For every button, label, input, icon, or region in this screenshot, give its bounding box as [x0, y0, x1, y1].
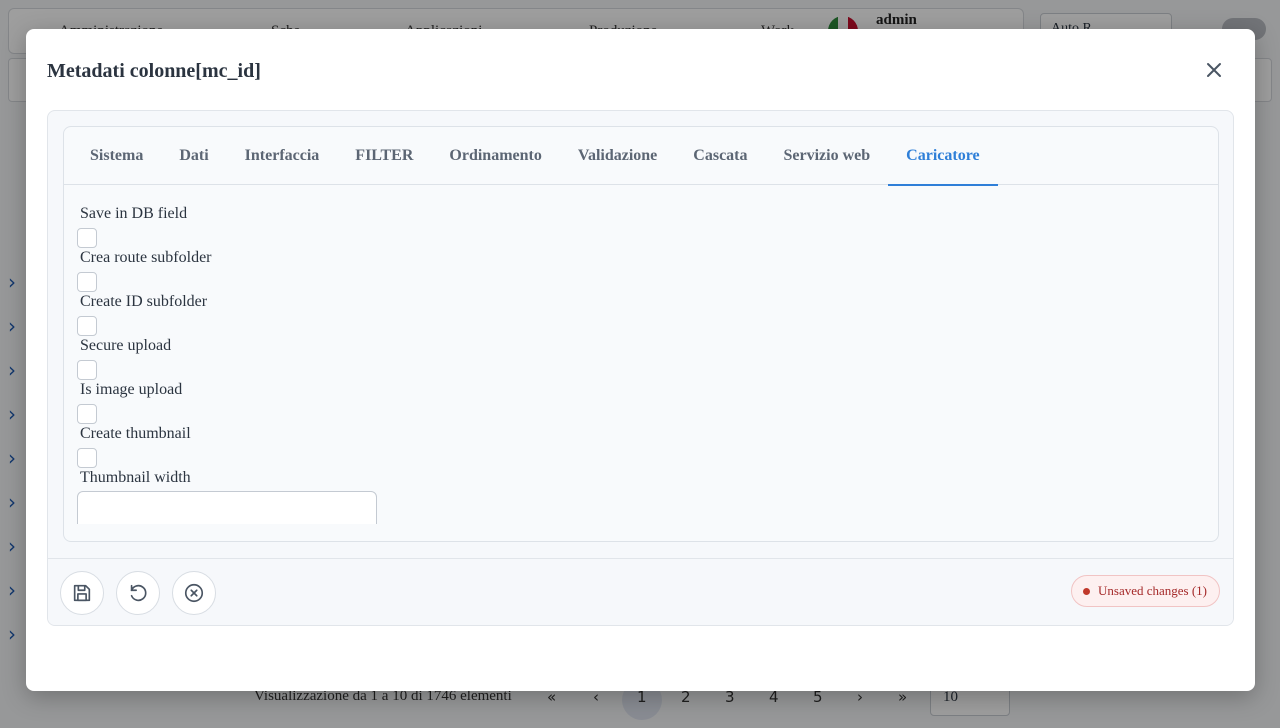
thumbnail-width-input[interactable]	[77, 491, 377, 524]
tab-panel: Sistema Dati Interfaccia FILTER Ordiname…	[63, 126, 1219, 542]
secure-upload-checkbox[interactable]	[77, 360, 97, 380]
save-button[interactable]	[60, 571, 104, 615]
image-upload-checkbox[interactable]	[77, 404, 97, 424]
column-metadata-modal: Metadati colonne[mc_id] Sistema Dati Int…	[26, 29, 1255, 691]
tab-cascata[interactable]: Cascata	[675, 127, 765, 185]
id-subfolder-label: Create ID subfolder	[80, 293, 208, 310]
cancel-button[interactable]	[172, 571, 216, 615]
close-icon	[1207, 63, 1221, 77]
create-thumbnail-label: Create thumbnail	[80, 425, 191, 442]
status-dot-icon	[1083, 587, 1090, 595]
id-subfolder-checkbox[interactable]	[77, 316, 97, 336]
undo-icon	[130, 584, 147, 602]
tab-servizio-web[interactable]: Servizio web	[766, 127, 889, 185]
tab-sistema[interactable]: Sistema	[72, 127, 161, 185]
tab-filter[interactable]: FILTER	[337, 127, 431, 185]
image-upload-label: Is image upload	[80, 381, 183, 398]
unsaved-changes-badge: Unsaved changes (1)	[1071, 575, 1221, 607]
cancel-icon	[184, 583, 204, 603]
secure-upload-label: Secure upload	[80, 337, 172, 354]
tab-validazione[interactable]: Validazione	[560, 127, 675, 185]
tab-bar: Sistema Dati Interfaccia FILTER Ordiname…	[64, 127, 1218, 186]
tab-interfaccia[interactable]: Interfaccia	[227, 127, 338, 185]
thumbnail-width-label: Thumbnail width	[80, 469, 191, 486]
create-thumbnail-checkbox[interactable]	[77, 448, 97, 468]
modal-footer: Unsaved changes (1)	[48, 558, 1233, 625]
save-in-db-checkbox[interactable]	[77, 228, 97, 248]
unsaved-changes-text: Unsaved changes (1)	[1098, 583, 1208, 598]
route-subfolder-label: Crea route subfolder	[80, 249, 212, 266]
save-icon	[73, 584, 91, 602]
reset-button[interactable]	[116, 571, 160, 615]
save-in-db-label: Save in DB field	[80, 205, 188, 222]
tab-caricatore[interactable]: Caricatore	[888, 127, 999, 186]
modal-title: Metadati colonne[mc_id]	[47, 60, 261, 82]
tab-content-caricatore: Save in DB field Crea route subfolder Cr…	[64, 186, 1218, 524]
route-subfolder-checkbox[interactable]	[77, 272, 97, 292]
close-button[interactable]	[1201, 57, 1227, 83]
tab-dati[interactable]: Dati	[161, 127, 226, 185]
form-card: Sistema Dati Interfaccia FILTER Ordiname…	[47, 110, 1234, 626]
tab-ordinamento[interactable]: Ordinamento	[431, 127, 559, 185]
